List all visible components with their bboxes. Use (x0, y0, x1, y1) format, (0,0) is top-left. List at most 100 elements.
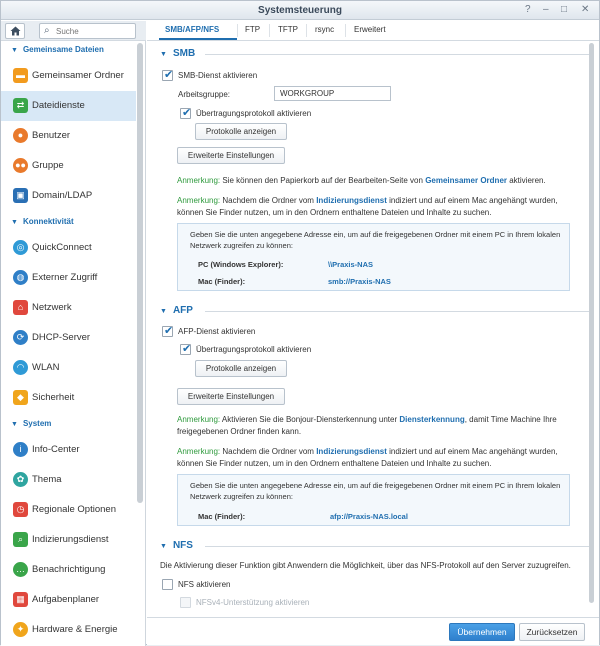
sidebar-item-user[interactable]: ● Benutzer (1, 121, 136, 151)
nfs-section-title[interactable]: ▼ NFS (160, 540, 193, 551)
smb-note-recycle-bin: Anmerkung: Sie können den Papierkorb auf… (177, 176, 546, 185)
afp-show-logs-button[interactable]: Protokolle anzeigen (195, 360, 287, 377)
apply-button[interactable]: Übernehmen (449, 623, 515, 641)
afp-transfer-log-label: Übertragungsprotokoll aktivieren (196, 345, 312, 354)
smb-enable-checkbox[interactable] (162, 68, 173, 81)
section-connectivity[interactable]: ▼ Konnektivität (11, 217, 74, 226)
index-icon: ⌕ (13, 532, 28, 547)
afp-note-indexing: Anmerkung: Nachdem die Ordner vom Indizi… (177, 447, 558, 468)
smb-info-text: Geben Sie die unten angegebene Adresse e… (190, 230, 561, 250)
search-box[interactable]: ⌕ (39, 23, 136, 39)
help-icon[interactable]: ? (525, 4, 531, 15)
regional-icon: ◷ (13, 502, 28, 517)
sidebar-item-group[interactable]: ●● Gruppe (1, 151, 136, 181)
afp-advanced-settings-button[interactable]: Erweiterte Einstellungen (177, 388, 285, 405)
tab-bar: SMB/AFP/NFS FTP TFTP rsync Erweitert (147, 21, 599, 41)
sidebar-item-shared-folder[interactable]: ▬ Gemeinsamer Ordner (1, 61, 136, 91)
service-discovery-link[interactable]: Diensterkennung (399, 415, 464, 424)
smb-address-info-box: Geben Sie die unten angegebene Adresse e… (177, 223, 570, 291)
user-icon: ● (13, 128, 28, 143)
control-panel-window: Systemsteuerung ? – □ ✕ ⌕ ▼Gemeinsame Da… (0, 0, 600, 646)
sidebar-item-theme[interactable]: ✿ Thema (1, 465, 136, 495)
settings-content: ▼SMB SMB-Dienst aktivieren Arbeitsgruppe… (147, 42, 599, 617)
minimize-icon[interactable]: – (543, 4, 549, 15)
smb-advanced-settings-button[interactable]: Erweiterte Einstellungen (177, 147, 285, 164)
sidebar-item-network[interactable]: ⌂ Netzwerk (1, 293, 136, 323)
smb-note-indexing: Anmerkung: Nachdem die Ordner vom Indizi… (177, 196, 558, 217)
close-icon[interactable]: ✕ (581, 4, 589, 15)
chevron-down-icon: ▼ (11, 47, 18, 54)
sidebar-scrollbar[interactable] (137, 43, 143, 503)
title-bar[interactable]: Systemsteuerung ? – □ ✕ (1, 1, 599, 20)
group-icon: ●● (13, 158, 28, 173)
palette-icon: ✿ (13, 472, 28, 487)
nfsv4-checkbox[interactable] (180, 597, 191, 608)
tab-separator (269, 24, 270, 37)
afp-enable-checkbox[interactable] (162, 324, 173, 337)
indexing-service-link[interactable]: Indizierungsdienst (316, 447, 387, 456)
sidebar-item-regional-options[interactable]: ◷ Regionale Optionen (1, 495, 136, 525)
sidebar: ⌕ ▼Gemeinsame Dateien ▬ Gemeinsamer Ordn… (1, 21, 146, 646)
afp-section-title[interactable]: ▼ AFP (160, 305, 193, 316)
network-icon: ⌂ (13, 300, 28, 315)
smb-show-logs-button[interactable]: Protokolle anzeigen (195, 123, 287, 140)
smb-transfer-log-label: Übertragungsprotokoll aktivieren (196, 109, 312, 118)
shared-folder-link[interactable]: Gemeinsamer Ordner (425, 176, 507, 185)
sidebar-item-dhcp-server[interactable]: ⟳ DHCP-Server (1, 323, 136, 353)
chevron-down-icon: ▼ (11, 421, 18, 428)
workgroup-input[interactable] (274, 86, 391, 101)
smb-mac-address-value: smb://Praxis-NAS (328, 277, 391, 286)
section-system[interactable]: ▼ System (11, 419, 51, 428)
nfs-description: Die Aktivierung dieser Funktion gibt Anw… (160, 561, 571, 570)
wifi-icon: ◠ (13, 360, 28, 375)
sidebar-item-wlan[interactable]: ◠ WLAN (1, 353, 136, 383)
tab-rsync[interactable]: rsync (315, 25, 334, 34)
content-scrollbar[interactable] (589, 43, 594, 603)
tab-advanced[interactable]: Erweitert (354, 25, 386, 34)
sidebar-item-security[interactable]: ◆ Sicherheit (1, 383, 136, 413)
home-button[interactable] (5, 23, 25, 39)
tab-smb-afp-nfs[interactable]: SMB/AFP/NFS (165, 25, 219, 34)
sidebar-item-info-center[interactable]: i Info-Center (1, 435, 136, 465)
chevron-down-icon: ▼ (160, 51, 167, 58)
sidebar-item-notification[interactable]: … Benachrichtigung (1, 555, 136, 585)
sidebar-item-domain-ldap[interactable]: ▣ Domain/LDAP (1, 181, 136, 211)
sidebar-item-external-access[interactable]: ◍ Externer Zugriff (1, 263, 136, 293)
sidebar-item-task-scheduler[interactable]: ▦ Aufgabenplaner (1, 585, 136, 615)
nfs-enable-checkbox[interactable] (162, 579, 173, 590)
smb-enable-label: SMB-Dienst aktivieren (178, 71, 258, 80)
afp-transfer-log-checkbox[interactable] (180, 342, 191, 355)
section-divider (205, 311, 589, 312)
bulb-icon: ✦ (13, 622, 28, 637)
shield-icon: ◆ (13, 390, 28, 405)
tab-separator (345, 24, 346, 37)
tab-separator (306, 24, 307, 37)
section-divider (205, 54, 589, 55)
section-shared-files[interactable]: ▼ Gemeinsame Dateien (11, 45, 104, 54)
workgroup-label: Arbeitsgruppe: (178, 90, 231, 99)
afp-mac-address-value: afp://Praxis-NAS.local (330, 512, 408, 521)
tab-tftp[interactable]: TFTP (278, 25, 298, 34)
chevron-down-icon: ▼ (160, 308, 167, 315)
tab-separator (237, 24, 238, 37)
chat-icon: … (13, 562, 28, 577)
dhcp-icon: ⟳ (13, 330, 28, 345)
folder-icon: ▬ (13, 68, 28, 83)
smb-transfer-log-checkbox[interactable] (180, 106, 191, 119)
reset-button[interactable]: Zurücksetzen (519, 623, 585, 641)
smb-section-title[interactable]: ▼ SMB (160, 48, 195, 59)
mac-finder-label: Mac (Finder): (198, 277, 246, 286)
sidebar-item-hardware-power[interactable]: ✦ Hardware & Energie (1, 615, 136, 645)
chevron-down-icon: ▼ (11, 219, 18, 226)
section-divider (205, 546, 589, 547)
sidebar-item-file-services[interactable]: ⇄ Dateidienste (1, 91, 136, 121)
afp-address-info-box: Geben Sie die unten angegebene Adresse e… (177, 474, 570, 526)
afp-info-text: Geben Sie die unten angegebene Adresse e… (190, 481, 561, 501)
sidebar-item-indexing-service[interactable]: ⌕ Indizierungsdienst (1, 525, 136, 555)
search-input[interactable] (56, 25, 134, 37)
sidebar-item-quickconnect[interactable]: ◎ QuickConnect (1, 233, 136, 263)
mac-finder-label: Mac (Finder): (198, 512, 246, 521)
maximize-icon[interactable]: □ (561, 4, 567, 15)
indexing-service-link[interactable]: Indizierungsdienst (316, 196, 387, 205)
tab-ftp[interactable]: FTP (245, 25, 260, 34)
